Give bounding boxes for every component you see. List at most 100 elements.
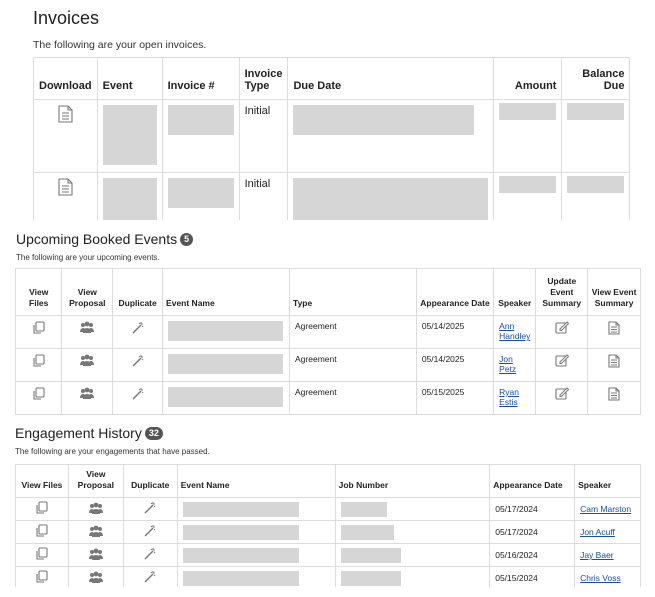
- update-cell: [535, 315, 589, 349]
- col-duplicate: Duplicate: [112, 268, 164, 316]
- files-cell: [15, 520, 69, 544]
- magic-wand-icon[interactable]: [143, 571, 157, 586]
- document-icon[interactable]: [608, 354, 620, 370]
- redacted-block: [340, 570, 401, 586]
- upcoming-header-row: View Files View Proposal Duplicate Event…: [14, 268, 641, 316]
- col-due-date: Due Date: [287, 57, 495, 100]
- proposal-cell: [67, 520, 124, 544]
- magic-wand-icon[interactable]: [143, 525, 157, 540]
- edit-pencil-icon[interactable]: [555, 321, 569, 336]
- due-date-cell: [287, 172, 495, 220]
- col-duplicate: Duplicate: [122, 464, 178, 498]
- col-download: Download: [33, 57, 98, 100]
- magic-wand-icon[interactable]: [131, 355, 145, 370]
- edit-pencil-icon[interactable]: [555, 387, 569, 402]
- files-copy-icon[interactable]: [35, 524, 49, 540]
- job-number-cell: [334, 566, 491, 587]
- document-icon[interactable]: [58, 178, 73, 199]
- people-group-icon[interactable]: [88, 548, 104, 563]
- redacted-block: [293, 178, 489, 220]
- redacted-block: [168, 387, 284, 407]
- people-group-icon[interactable]: [79, 354, 95, 369]
- event-name-cell: [176, 566, 336, 587]
- speaker-link[interactable]: Ryan Estis: [499, 387, 519, 407]
- type-cell: Agreement: [289, 381, 417, 415]
- people-group-icon[interactable]: [79, 321, 95, 336]
- redacted-block: [567, 176, 625, 193]
- redacted-block: [102, 105, 157, 165]
- files-copy-icon[interactable]: [32, 321, 46, 337]
- files-copy-icon[interactable]: [35, 547, 49, 563]
- people-group-icon[interactable]: [88, 525, 104, 540]
- history-row: 05/17/2024 Jon Acuff: [15, 520, 641, 544]
- proposal-cell: [67, 497, 124, 521]
- files-copy-icon[interactable]: [32, 387, 46, 403]
- col-appearance-date: Appearance Date: [415, 268, 495, 316]
- invoices-table-viewport[interactable]: Download Event Invoice # Invoice Type Du…: [0, 0, 655, 220]
- col-update-event-summary: Update Event Summary: [535, 268, 589, 316]
- speaker-link[interactable]: Jon Acuff: [580, 527, 615, 537]
- event-name-cell: [176, 520, 336, 544]
- duplicate-cell: [122, 543, 178, 567]
- files-cell: [14, 315, 63, 349]
- view-cell: [587, 348, 641, 382]
- magic-wand-icon[interactable]: [143, 502, 157, 517]
- invoice-number-cell: [161, 99, 240, 173]
- document-icon[interactable]: [608, 321, 620, 337]
- job-number-cell: [334, 543, 491, 567]
- col-job-number: Job Number: [334, 464, 491, 498]
- files-copy-icon[interactable]: [35, 570, 49, 586]
- type-cell: Agreement: [289, 348, 417, 382]
- magic-wand-icon[interactable]: [143, 548, 157, 563]
- history-row: 05/17/2024 Cam Marston: [15, 497, 641, 521]
- speaker-link[interactable]: Cam Marston: [580, 504, 631, 514]
- invoice-type-cell: Initial: [238, 99, 289, 173]
- proposal-cell: [67, 566, 124, 587]
- files-cell: [15, 566, 69, 587]
- col-view-proposal: View Proposal: [61, 268, 114, 316]
- col-view-event-summary: View Event Summary: [587, 268, 641, 316]
- col-speaker: Speaker: [574, 464, 641, 498]
- appearance-date-cell: 05/14/2025: [415, 315, 495, 349]
- event-name-cell: [162, 381, 291, 415]
- people-group-icon[interactable]: [79, 387, 95, 402]
- speaker-link[interactable]: Jon Petz: [499, 354, 516, 374]
- speaker-cell: Jon Petz: [493, 348, 537, 382]
- invoice-row: Initial: [33, 172, 631, 220]
- event-name-cell: [162, 315, 291, 349]
- history-table-viewport[interactable]: View Files View Proposal Duplicate Event…: [0, 460, 655, 587]
- people-group-icon[interactable]: [88, 571, 104, 586]
- speaker-link[interactable]: Jay Baer: [580, 550, 614, 560]
- due-date-cell: [287, 99, 495, 173]
- col-speaker: Speaker: [493, 268, 537, 316]
- files-cell: [15, 543, 69, 567]
- edit-pencil-icon[interactable]: [555, 354, 569, 369]
- view-cell: [587, 381, 641, 415]
- document-icon[interactable]: [608, 387, 620, 403]
- files-copy-icon[interactable]: [35, 501, 49, 517]
- upcoming-events-subtitle: The following are your upcoming events.: [16, 253, 160, 262]
- amount-cell: [493, 99, 563, 173]
- type-cell: Agreement: [289, 315, 417, 349]
- history-row: 05/16/2024 Jay Baer: [15, 543, 641, 567]
- proposal-cell: [61, 348, 114, 382]
- duplicate-cell: [112, 348, 164, 382]
- people-group-icon[interactable]: [88, 502, 104, 517]
- view-cell: [587, 315, 641, 349]
- duplicate-cell: [112, 315, 164, 349]
- speaker-cell: Cam Marston: [574, 497, 641, 521]
- speaker-cell: Chris Voss: [574, 566, 641, 587]
- speaker-link[interactable]: Ann Handley: [499, 321, 530, 341]
- upcoming-event-row: Agreement 05/14/2025 Ann Handley: [14, 315, 641, 349]
- proposal-cell: [61, 381, 114, 415]
- event-name-cell: [176, 497, 336, 521]
- magic-wand-icon[interactable]: [131, 322, 145, 337]
- upcoming-events-title: Upcoming Booked Events 5: [16, 231, 194, 247]
- files-copy-icon[interactable]: [32, 354, 46, 370]
- speaker-link[interactable]: Chris Voss: [580, 573, 621, 583]
- redacted-block: [567, 103, 625, 120]
- col-event-name: Event Name: [162, 268, 291, 316]
- document-icon[interactable]: [58, 105, 73, 126]
- event-name-cell: [162, 348, 291, 382]
- magic-wand-icon[interactable]: [131, 388, 145, 403]
